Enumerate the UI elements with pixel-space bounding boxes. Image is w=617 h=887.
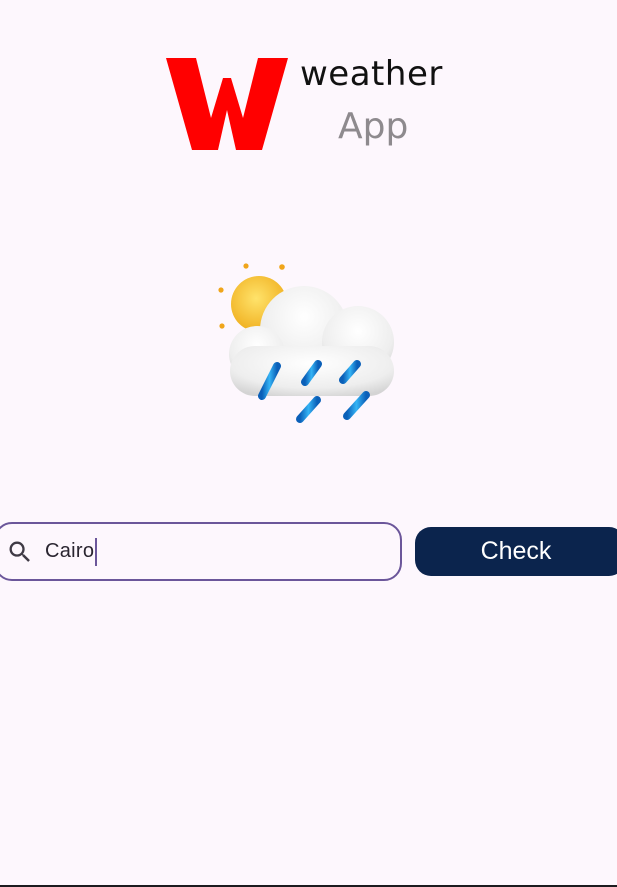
search-input[interactable]: Cairo [45,524,98,579]
search-field[interactable]: Cairo [0,522,402,581]
check-button[interactable]: Check [415,527,617,576]
search-icon [9,541,30,562]
logo-title: weather [300,54,443,94]
w-logo-mark: W [166,58,288,150]
search-input-value: Cairo [45,540,95,562]
sun-cloud-rain-icon [218,263,394,423]
logo-subtitle: App [338,106,409,147]
app-logo: W weather App [166,54,456,158]
text-cursor [95,537,98,566]
